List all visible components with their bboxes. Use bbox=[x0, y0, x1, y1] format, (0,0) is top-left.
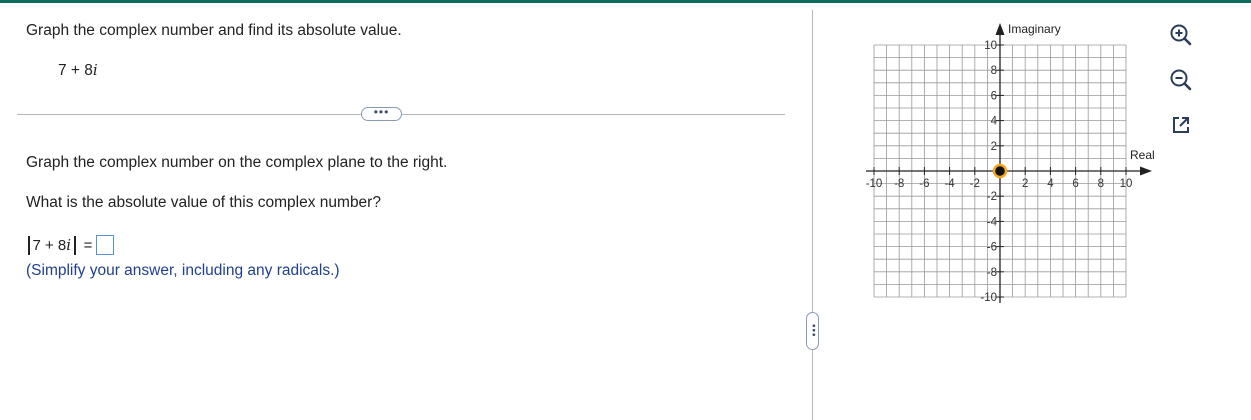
imaginary-tick-label: 10 bbox=[984, 40, 997, 52]
real-tick-label: 2 bbox=[1022, 178, 1028, 190]
imaginary-axis-label: Imaginary bbox=[1008, 22, 1061, 36]
complex-number-expression: 7 + 8i bbox=[58, 61, 98, 80]
popout-icon bbox=[1173, 117, 1189, 133]
imaginary-tick-label: -8 bbox=[987, 267, 997, 279]
imaginary-tick-label: -4 bbox=[987, 216, 998, 228]
abs-bar-left bbox=[28, 235, 30, 255]
panel-divider bbox=[812, 10, 813, 420]
zoom-in-button[interactable] bbox=[1168, 22, 1194, 48]
answer-hint: (Simplify your answer, including any rad… bbox=[26, 262, 340, 279]
answer-input[interactable] bbox=[96, 235, 115, 255]
panel-resize-button[interactable]: ••• bbox=[806, 312, 819, 350]
expr-real-part: 7 + 8 bbox=[58, 62, 93, 79]
real-tick-label: 8 bbox=[1098, 178, 1104, 190]
real-tick-label: 4 bbox=[1047, 178, 1054, 190]
answer-expr-real: 7 + 8 bbox=[32, 237, 67, 254]
imaginary-tick-label: 8 bbox=[991, 65, 997, 77]
expand-steps-button[interactable]: ••• bbox=[361, 106, 402, 121]
abs-bar-right bbox=[74, 235, 76, 255]
complex-plane-graph[interactable]: -10 -8 -6 -4 -2 2 4 6 8 10108642-2-4-6-8-10 Real … bbox=[850, 15, 1170, 320]
answer-expr-imag: i bbox=[66, 236, 72, 254]
real-tick-label: -6 bbox=[919, 178, 929, 190]
popout-button[interactable] bbox=[1168, 112, 1194, 138]
problem-title: Graph the complex number and find its ab… bbox=[26, 22, 402, 39]
real-tick-label: -10 bbox=[866, 178, 883, 190]
imaginary-tick-label: -10 bbox=[980, 292, 997, 304]
imaginary-axis-arrow bbox=[995, 23, 1005, 35]
real-axis-arrow bbox=[1140, 166, 1152, 176]
panel-resize-label: ••• bbox=[807, 324, 819, 338]
graph-instruction: Graph the complex number on the complex … bbox=[26, 154, 448, 171]
real-tick-label: -4 bbox=[944, 178, 955, 190]
absolute-value-question: What is the absolute value of this compl… bbox=[26, 194, 381, 211]
imaginary-tick-label: -6 bbox=[987, 242, 997, 254]
plotted-point[interactable] bbox=[992, 163, 1008, 179]
zoom-out-icon bbox=[1170, 69, 1192, 91]
real-tick-label: 6 bbox=[1072, 178, 1078, 190]
imaginary-tick-label: 4 bbox=[991, 116, 998, 128]
equals-sign: = bbox=[83, 236, 93, 254]
real-tick-label: -8 bbox=[894, 178, 904, 190]
answer-expression: 7 + 8i bbox=[32, 236, 73, 254]
answer-row: 7 + 8i = bbox=[26, 233, 115, 257]
imaginary-tick-label: 6 bbox=[991, 90, 997, 102]
zoom-in-icon bbox=[1170, 24, 1192, 46]
real-tick-label: -2 bbox=[970, 178, 980, 190]
imaginary-tick-label: -2 bbox=[987, 191, 997, 203]
zoom-out-button[interactable] bbox=[1168, 67, 1194, 93]
real-tick-label: 10 bbox=[1120, 178, 1133, 190]
imaginary-tick-label: 2 bbox=[991, 141, 997, 153]
axis-layer bbox=[866, 23, 1152, 303]
expr-imag-unit: i bbox=[92, 61, 98, 79]
real-axis-label: Real bbox=[1130, 148, 1155, 162]
